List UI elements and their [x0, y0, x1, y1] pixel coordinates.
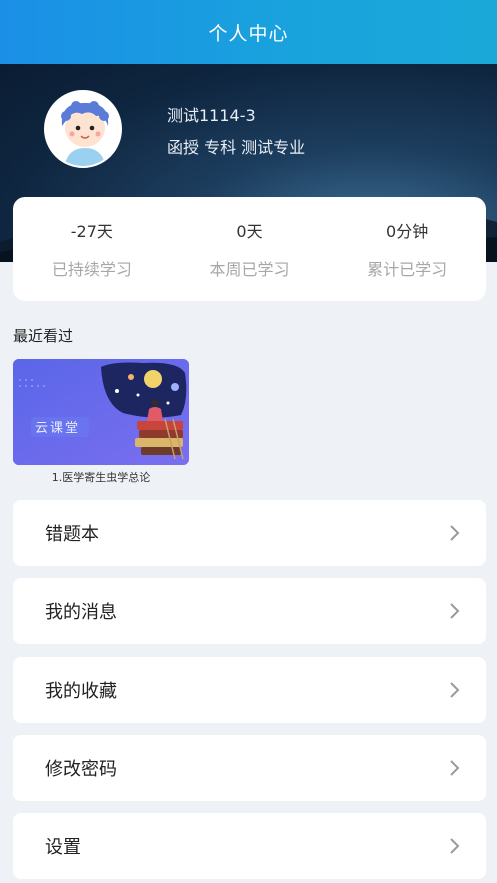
chevron-right-icon — [450, 682, 460, 698]
top-bar: 个人中心 — [0, 0, 497, 64]
stat-value: -27天 — [70, 222, 113, 241]
chevron-right-icon — [450, 838, 460, 854]
stat-this-week: 0天 本周已学习 — [179, 218, 319, 280]
course-title[interactable]: 1.医学寄生虫学总论 — [13, 469, 189, 485]
avatar-icon — [46, 92, 120, 166]
menu-my-messages[interactable]: 我的消息 — [13, 578, 486, 644]
stat-label: 本周已学习 — [209, 260, 290, 279]
profile-program: 函授 专科 测试专业 — [167, 138, 306, 157]
stat-continuous: -27天 已持续学习 — [22, 218, 162, 280]
menu-change-password[interactable]: 修改密码 — [13, 735, 486, 801]
course-thumbnail[interactable]: 云课堂 — [13, 359, 189, 465]
svg-text:云课堂: 云课堂 — [35, 421, 80, 436]
menu-wrong-questions[interactable]: 错题本 — [13, 500, 486, 566]
course-cover-image: 云课堂 — [13, 359, 189, 465]
menu-label: 我的消息 — [45, 602, 117, 623]
avatar[interactable] — [44, 90, 122, 168]
stat-value: 0分钟 — [386, 222, 429, 241]
chevron-right-icon — [450, 525, 460, 541]
menu-label: 修改密码 — [45, 759, 117, 780]
course-thumb-title: 云课堂 — [35, 421, 80, 436]
stat-value: 0天 — [236, 222, 263, 241]
menu-settings[interactable]: 设置 — [13, 813, 486, 879]
profile-name: 测试1114-3 — [167, 106, 256, 125]
page-title: 个人中心 — [208, 22, 289, 45]
stat-label: 累计已学习 — [367, 260, 448, 279]
chevron-right-icon — [450, 603, 460, 619]
menu-label: 设置 — [45, 837, 81, 858]
menu-label: 我的收藏 — [45, 681, 117, 702]
chevron-right-icon — [450, 760, 460, 776]
study-stats-card: -27天 已持续学习 0天 本周已学习 0分钟 累计已学习 — [13, 197, 486, 301]
stat-total: 0分钟 累计已学习 — [337, 218, 477, 280]
menu-label: 错题本 — [45, 524, 99, 545]
menu-my-favorites[interactable]: 我的收藏 — [13, 657, 486, 723]
recent-section-title: 最近看过 — [13, 327, 74, 345]
stat-label: 已持续学习 — [51, 260, 132, 279]
